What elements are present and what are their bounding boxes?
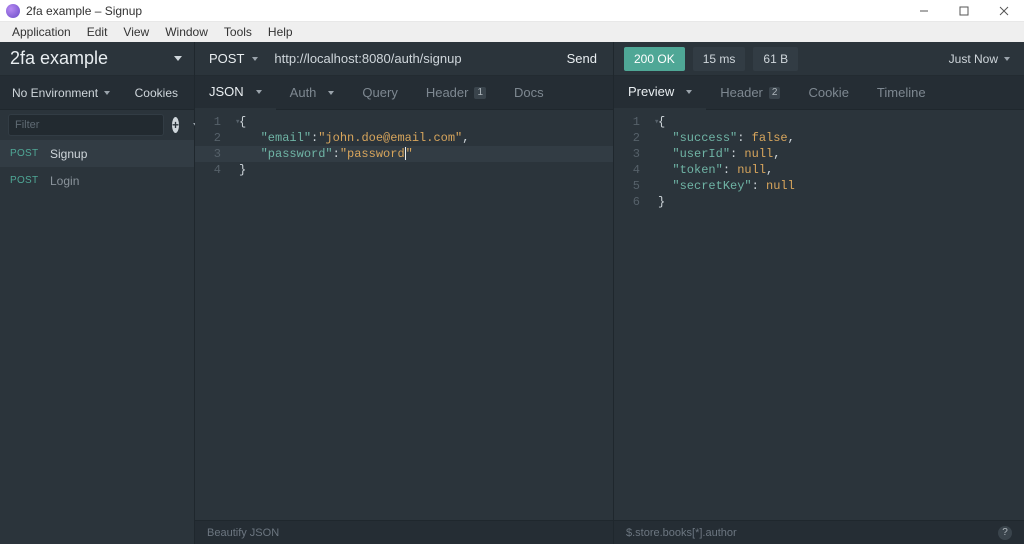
code-line: 4 "token": null, — [614, 162, 1024, 178]
chevron-down-icon — [1004, 57, 1010, 61]
code-line: 3 "userId": null, — [614, 146, 1024, 162]
menu-window[interactable]: Window — [157, 22, 216, 42]
window-maximize-button[interactable] — [944, 0, 984, 22]
tab-timeline[interactable]: Timeline — [863, 76, 940, 110]
cookies-button[interactable]: Cookies — [135, 86, 194, 100]
request-method-label: POST — [10, 175, 40, 186]
tab-cookie[interactable]: Cookie — [794, 76, 862, 110]
chevron-down-icon — [328, 91, 334, 95]
window-minimize-button[interactable] — [904, 0, 944, 22]
response-header-count-badge: 2 — [769, 87, 781, 99]
chevron-down-icon — [252, 57, 258, 61]
beautify-json-button[interactable]: Beautify JSON — [207, 527, 279, 539]
tab-preview-label: Preview — [628, 84, 674, 99]
chevron-down-icon — [174, 56, 182, 61]
tab-response-header-label: Header — [720, 85, 763, 100]
code-line: 1▾{ — [195, 114, 613, 130]
tab-query[interactable]: Query — [348, 76, 411, 110]
menu-help[interactable]: Help — [260, 22, 301, 42]
collection-header[interactable]: 2fa example — [0, 42, 194, 76]
window-close-button[interactable] — [984, 0, 1024, 22]
chevron-down-icon — [256, 90, 262, 94]
tab-auth[interactable]: Auth — [276, 76, 349, 110]
collection-name: 2fa example — [10, 48, 108, 69]
method-label: POST — [209, 51, 244, 66]
method-selector[interactable]: POST — [195, 51, 268, 66]
help-icon[interactable]: ? — [998, 526, 1012, 540]
response-status-bar: 200 OK 15 ms 61 B Just Now — [614, 42, 1024, 76]
menu-bar: ApplicationEditViewWindowToolsHelp — [0, 22, 1024, 42]
tab-auth-label: Auth — [290, 85, 317, 100]
response-history-button[interactable]: Just Now — [949, 52, 1024, 66]
status-badge[interactable]: 200 OK — [624, 47, 685, 71]
send-button[interactable]: Send — [551, 42, 613, 76]
tab-header-label: Header — [426, 85, 469, 100]
tab-response-header[interactable]: Header 2 — [706, 76, 794, 110]
code-line: 2 "email":"john.doe@email.com", — [195, 130, 613, 146]
menu-edit[interactable]: Edit — [79, 22, 116, 42]
new-request-button[interactable]: + — [172, 117, 179, 133]
request-list: POST Signup POST Login — [0, 140, 194, 194]
response-size-chip: 61 B — [753, 47, 798, 71]
tab-body[interactable]: JSON — [195, 76, 276, 110]
code-line: 6} — [614, 194, 1024, 210]
environment-label: No Environment — [12, 86, 98, 100]
code-line: 1▾{ — [614, 114, 1024, 130]
request-name-label: Login — [50, 174, 79, 188]
tab-body-label: JSON — [209, 84, 244, 99]
response-time-chip: 15 ms — [693, 47, 746, 71]
sidebar: 2fa example No Environment Cookies + POS… — [0, 42, 195, 544]
jsonpath-hint[interactable]: $.store.books[*].author — [626, 527, 737, 539]
window-title: 2fa example – Signup — [26, 4, 142, 18]
request-body-editor[interactable]: 1▾{2 "email":"john.doe@email.com",3 "pas… — [195, 110, 613, 520]
request-item-login[interactable]: POST Login — [0, 167, 194, 194]
request-footer: Beautify JSON — [195, 520, 613, 544]
menu-application[interactable]: Application — [4, 22, 79, 42]
request-name-label: Signup — [50, 147, 87, 161]
tab-preview[interactable]: Preview — [614, 76, 706, 110]
window-titlebar: 2fa example – Signup — [0, 0, 1024, 22]
request-tabs: JSON Auth Query Header 1 Docs — [195, 76, 613, 110]
request-item-signup[interactable]: POST Signup — [0, 140, 194, 167]
menu-tools[interactable]: Tools — [216, 22, 260, 42]
tab-header[interactable]: Header 1 — [412, 76, 500, 110]
request-method-label: POST — [10, 148, 40, 159]
response-tabs: Preview Header 2 Cookie Timeline — [614, 76, 1024, 110]
filter-input[interactable] — [8, 114, 164, 136]
response-footer: $.store.books[*].author ? — [614, 520, 1024, 544]
request-url-bar: POST Send — [195, 42, 613, 76]
request-pane: POST Send JSON Auth Query Header 1 Docs … — [195, 42, 614, 544]
url-input[interactable] — [268, 51, 550, 66]
chevron-down-icon — [686, 90, 692, 94]
code-line: 5 "secretKey": null — [614, 178, 1024, 194]
menu-view[interactable]: View — [115, 22, 157, 42]
tab-docs[interactable]: Docs — [500, 76, 558, 110]
response-body-viewer[interactable]: 1▾{2 "success": false,3 "userId": null,4… — [614, 110, 1024, 520]
environment-selector[interactable]: No Environment — [8, 86, 110, 100]
app-logo-icon — [6, 4, 20, 18]
sidebar-filter-row: + — [0, 110, 194, 140]
sidebar-env-row: No Environment Cookies — [0, 76, 194, 110]
code-line: 4} — [195, 162, 613, 178]
code-line: 2 "success": false, — [614, 130, 1024, 146]
response-history-label: Just Now — [949, 52, 998, 66]
header-count-badge: 1 — [474, 87, 486, 99]
code-line: 3 "password":"password" — [195, 146, 613, 162]
chevron-down-icon — [104, 91, 110, 95]
response-pane: 200 OK 15 ms 61 B Just Now Preview Heade… — [614, 42, 1024, 544]
